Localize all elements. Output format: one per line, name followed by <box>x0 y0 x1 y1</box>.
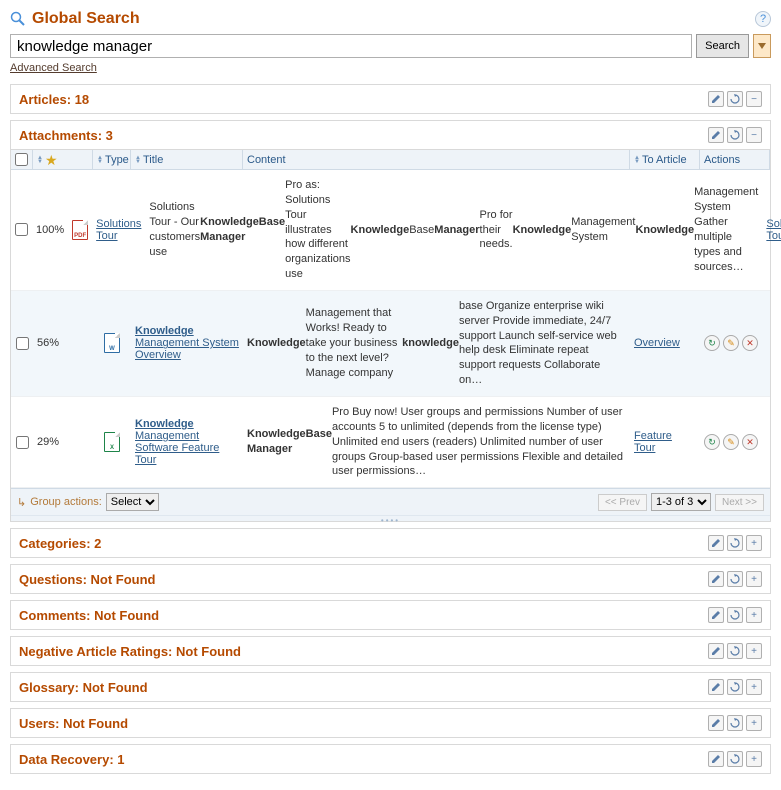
section-comments[interactable]: Comments: Not Found+ <box>11 601 770 629</box>
pager-prev[interactable]: << Prev <box>598 494 647 511</box>
refresh-icon[interactable] <box>727 679 743 695</box>
sort-arrows-icon: ▲▼ <box>135 156 141 164</box>
help-icon[interactable]: ? <box>755 11 771 27</box>
resize-handle[interactable]: •••• <box>11 515 770 521</box>
search-options-dropdown[interactable] <box>753 34 771 58</box>
refresh-icon[interactable] <box>727 751 743 767</box>
refresh-icon[interactable] <box>727 127 743 143</box>
expand-icon[interactable]: + <box>746 751 762 767</box>
expand-icon[interactable]: + <box>746 535 762 551</box>
select-all-checkbox[interactable] <box>15 153 28 166</box>
section-categories[interactable]: Categories: 2+ <box>11 529 770 557</box>
group-actions-select[interactable]: Select <box>106 493 159 511</box>
refresh-icon[interactable] <box>727 715 743 731</box>
attachment-title-link[interactable]: Knowledge Management System Overview <box>135 325 239 361</box>
refresh-icon[interactable] <box>727 643 743 659</box>
content-cell: Knowledge Management that Works! Ready t… <box>243 299 630 388</box>
file-type-cell: PDF <box>68 178 92 282</box>
search-input[interactable] <box>10 34 692 58</box>
edit-icon[interactable] <box>708 607 724 623</box>
relevance-cell: 56% <box>33 299 93 388</box>
row-checkbox[interactable] <box>15 223 28 236</box>
sort-arrows-icon: ▲▼ <box>97 156 103 164</box>
grid-header: ▲▼ ★ ▲▼Type ▲▼Title Content ▲▼To Article… <box>11 150 770 170</box>
edit-icon[interactable] <box>708 643 724 659</box>
col-type[interactable]: ▲▼Type <box>93 150 131 169</box>
to-article-link[interactable]: Feature Tour <box>634 430 696 454</box>
table-row: 29% X Knowledge Management Software Featur… <box>11 397 770 488</box>
delete-icon[interactable]: ✕ <box>742 434 758 450</box>
refresh-icon[interactable]: ↻ <box>704 434 720 450</box>
refresh-icon[interactable]: ↻ <box>704 335 720 351</box>
refresh-icon[interactable] <box>727 91 743 107</box>
pager-next[interactable]: Next >> <box>715 494 764 511</box>
file-type-cell: W <box>93 299 131 388</box>
group-actions-label: Group actions: <box>30 496 102 508</box>
section-articles[interactable]: Articles: 18 − <box>11 85 770 113</box>
file-type-cell: X <box>93 405 131 479</box>
section-glossary[interactable]: Glossary: Not Found+ <box>11 673 770 701</box>
refresh-icon[interactable] <box>727 607 743 623</box>
file-icon: W <box>104 333 120 353</box>
col-content[interactable]: Content <box>243 150 630 169</box>
expand-icon[interactable]: + <box>746 607 762 623</box>
refresh-icon[interactable] <box>727 571 743 587</box>
section-articles-title: Articles: 18 <box>19 92 708 107</box>
section-data-recovery[interactable]: Data Recovery: 1+ <box>11 745 770 773</box>
edit-icon[interactable] <box>708 751 724 767</box>
section-questions[interactable]: Questions: Not Found+ <box>11 565 770 593</box>
file-icon: PDF <box>72 220 88 240</box>
page-title: Global Search <box>32 10 755 28</box>
edit-icon[interactable] <box>708 127 724 143</box>
section-users[interactable]: Users: Not Found+ <box>11 709 770 737</box>
edit-icon[interactable] <box>708 571 724 587</box>
sort-arrows-icon: ▲▼ <box>37 156 43 164</box>
row-checkbox[interactable] <box>16 337 29 350</box>
select-all-cell[interactable] <box>11 150 33 169</box>
section-attachments-title: Attachments: 3 <box>19 128 708 143</box>
advanced-search-link[interactable]: Advanced Search <box>10 62 97 74</box>
edit-icon[interactable]: ✎ <box>723 335 739 351</box>
to-article-link[interactable]: Overview <box>634 337 680 349</box>
col-actions: Actions <box>700 150 770 169</box>
collapse-icon[interactable]: − <box>746 91 762 107</box>
expand-icon[interactable]: + <box>746 643 762 659</box>
col-title[interactable]: ▲▼Title <box>131 150 243 169</box>
table-row: 56% W Knowledge Management System Overview… <box>11 291 770 397</box>
edit-icon[interactable] <box>708 679 724 695</box>
content-cell: Solutions Tour - Our customers use Knowl… <box>145 178 762 282</box>
col-relevance[interactable]: ▲▼ ★ <box>33 150 93 169</box>
row-checkbox[interactable] <box>16 436 29 449</box>
attachment-title-link[interactable]: Solutions Tour <box>96 218 141 242</box>
edit-icon[interactable] <box>708 91 724 107</box>
search-icon <box>10 11 26 27</box>
star-icon: ★ <box>45 153 58 167</box>
relevance-cell: 29% <box>33 405 93 479</box>
edit-icon[interactable]: ✎ <box>723 434 739 450</box>
expand-icon[interactable]: + <box>746 679 762 695</box>
table-row: 100%PDF Solutions TourSolutions Tour - Ou… <box>11 170 770 291</box>
section-negative-ratings[interactable]: Negative Article Ratings: Not Found+ <box>11 637 770 665</box>
expand-icon[interactable]: + <box>746 715 762 731</box>
edit-icon[interactable] <box>708 715 724 731</box>
search-button[interactable]: Search <box>696 34 749 58</box>
col-to-article[interactable]: ▲▼To Article <box>630 150 700 169</box>
pager-range-select[interactable]: 1-3 of 3 <box>651 493 711 511</box>
section-attachments[interactable]: Attachments: 3 − <box>11 121 770 149</box>
edit-icon[interactable] <box>708 535 724 551</box>
grid-footer: ↳ Group actions: Select << Prev 1-3 of 3… <box>11 488 770 515</box>
attachments-grid: ▲▼ ★ ▲▼Type ▲▼Title Content ▲▼To Article… <box>11 149 770 521</box>
expand-icon[interactable]: + <box>746 571 762 587</box>
sort-arrows-icon: ▲▼ <box>634 156 640 164</box>
refresh-icon[interactable] <box>727 535 743 551</box>
relevance-cell: 100% <box>32 178 68 282</box>
to-article-link[interactable]: Solutions Tour <box>766 218 781 242</box>
delete-icon[interactable]: ✕ <box>742 335 758 351</box>
collapse-icon[interactable]: − <box>746 127 762 143</box>
group-actions-arrow-icon: ↳ <box>17 496 26 509</box>
content-cell: KnowledgeBase Manager Pro Buy now! User … <box>243 405 630 479</box>
file-icon: X <box>104 432 120 452</box>
attachment-title-link[interactable]: Knowledge Management Software Feature To… <box>135 418 239 466</box>
